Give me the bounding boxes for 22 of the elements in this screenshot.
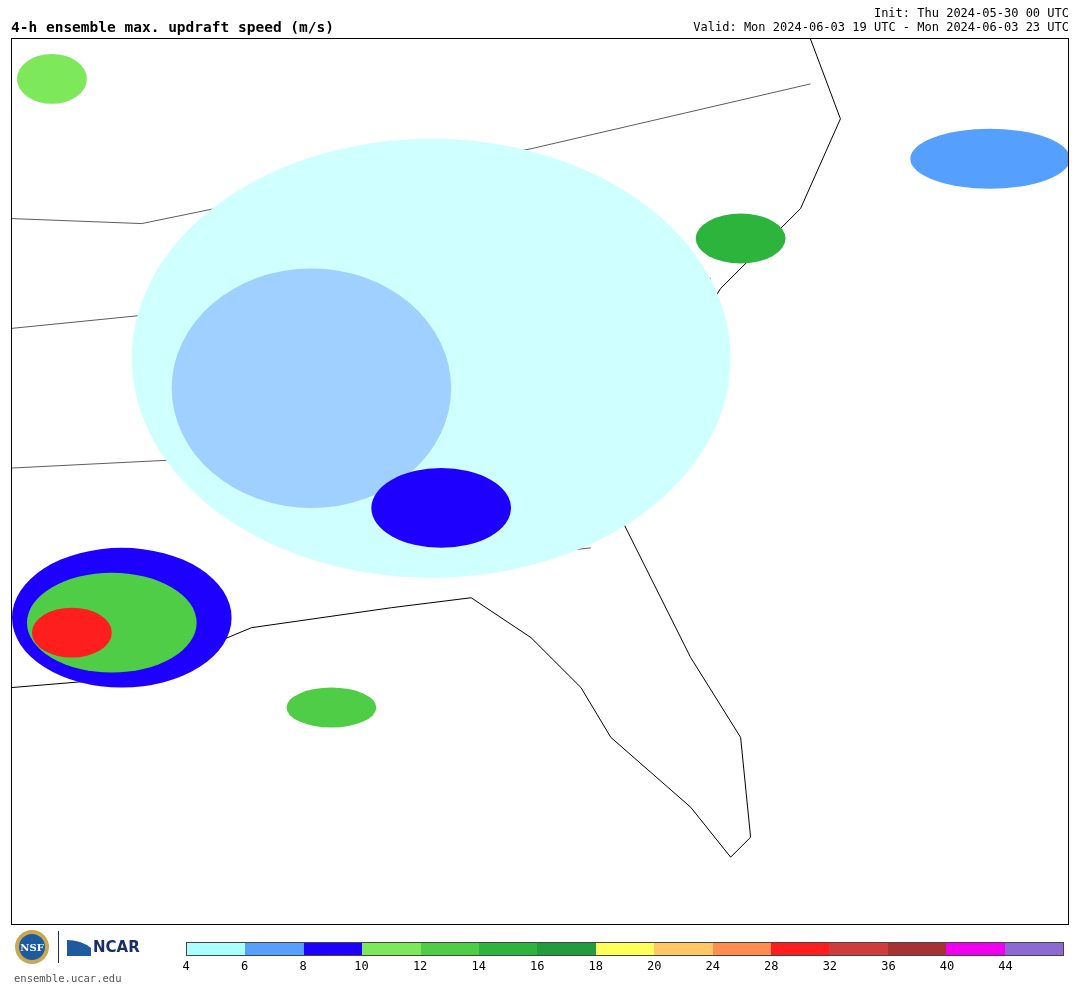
init-time: Init: Thu 2024-05-30 00 UTC [872,6,1069,20]
tick-label: 14 [471,960,486,972]
tick-label: 6 [240,960,249,972]
tick-label: 18 [588,960,603,972]
tick-label: 40 [939,960,955,972]
ncar-swoosh-icon [67,938,91,956]
tick-label: 10 [354,960,369,972]
tick-label: 28 [764,960,779,972]
tick-label: 16 [529,960,545,972]
tick-label: 12 [412,960,428,972]
website-url: ensemble.ucar.edu [14,971,122,986]
tick-label: 36 [881,960,896,972]
ncar-logo: NCAR [93,936,140,958]
tick-label: 8 [299,960,307,972]
tick-label: 32 [822,960,838,972]
tick-label: 4 [182,960,190,972]
valid-time: Valid: Mon 2024-06-03 19 UTC - Mon 2024-06-03 23 UTC [693,20,1069,34]
chart-title: 4-h ensemble max. updraft speed (m/s) [11,19,334,34]
tick-label: 44 [998,960,1013,972]
tick-label: 20 [647,960,662,972]
tick-label: 24 [705,960,720,972]
nsf-logo: NSF [14,929,50,965]
